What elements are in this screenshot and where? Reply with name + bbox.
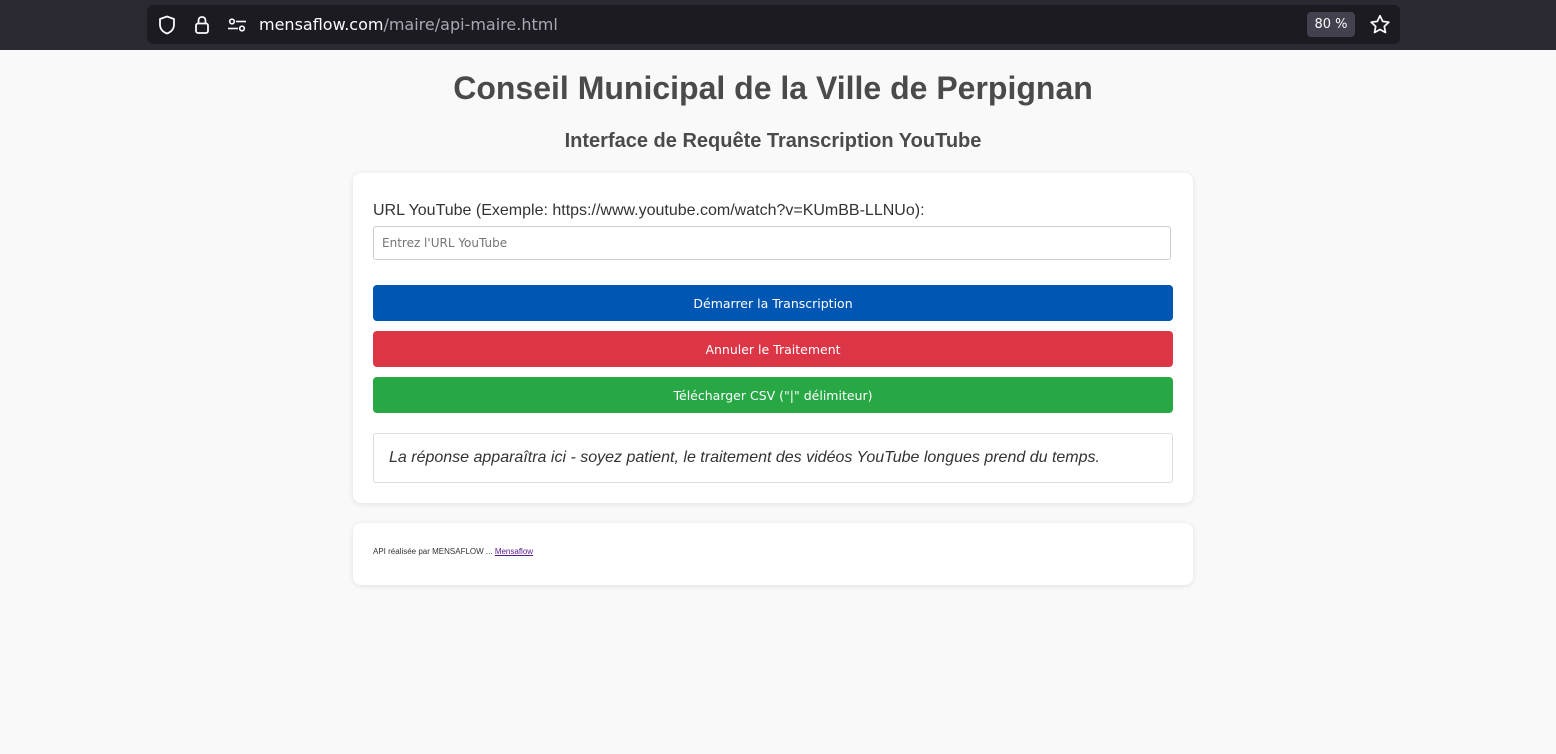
start-transcription-button[interactable]: Démarrer la Transcription (373, 285, 1173, 321)
youtube-url-input[interactable] (373, 226, 1171, 260)
mensaflow-link[interactable]: Mensaflow (495, 547, 533, 556)
page-title: Conseil Municipal de la Ville de Perpign… (453, 70, 1093, 106)
url-text[interactable]: mensaflow.com/maire/api-maire.html (259, 5, 558, 44)
url-path: /maire/api-maire.html (383, 15, 558, 34)
page-content: Conseil Municipal de la Ville de Perpign… (0, 50, 1556, 754)
transcription-form-card: URL YouTube (Exemple: https://www.youtub… (353, 173, 1193, 503)
footer-credit-text: API réalisée par MENSAFLOW ... (373, 547, 495, 556)
page-subtitle: Interface de Requête Transcription YouTu… (564, 130, 982, 152)
browser-toolbar: mensaflow.com/maire/api-maire.html 80 % (0, 0, 1556, 50)
shield-icon[interactable] (157, 5, 177, 44)
lock-icon[interactable] (192, 5, 212, 44)
footer-card: API réalisée par MENSAFLOW ... Mensaflow (353, 523, 1193, 585)
star-icon[interactable] (1369, 5, 1391, 44)
zoom-level-button[interactable]: 80 % (1307, 12, 1355, 37)
footer-credit: API réalisée par MENSAFLOW ... Mensaflow (373, 547, 533, 556)
cancel-processing-button[interactable]: Annuler le Traitement (373, 331, 1173, 367)
download-csv-button[interactable]: Télécharger CSV ("|" délimiteur) (373, 377, 1173, 413)
url-host: mensaflow.com (259, 15, 384, 34)
permissions-icon[interactable] (226, 5, 248, 44)
response-output: La réponse apparaîtra ici - soyez patien… (373, 433, 1173, 483)
address-bar[interactable]: mensaflow.com/maire/api-maire.html 80 % (147, 5, 1400, 44)
youtube-url-label: URL YouTube (Exemple: https://www.youtub… (373, 202, 925, 219)
response-text: La réponse apparaîtra ici - soyez patien… (389, 449, 1100, 466)
